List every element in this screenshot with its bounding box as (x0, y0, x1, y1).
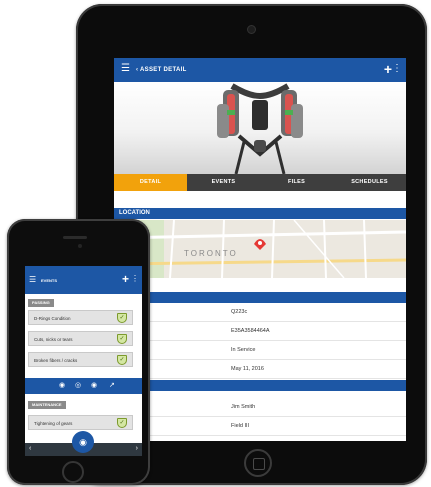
tab-detail[interactable]: DETAIL (114, 174, 187, 191)
list-item-label: Tightening of gears (34, 421, 73, 426)
action-bar: ◉ ◎ ◉ ↗ (25, 378, 142, 394)
phone-screen: ☰ EVENTS + ⋮ PASSING D-Rings Condition ✓… (25, 266, 142, 456)
phone-home-button[interactable] (62, 461, 84, 483)
info-row: May 11, 2016 (114, 360, 406, 379)
person-row-value: Jim Smith (231, 404, 256, 410)
person-row: Field III (114, 417, 406, 436)
page-title: ASSET DETAIL (140, 67, 187, 73)
plus-icon[interactable]: + (384, 62, 392, 76)
tab-bar: DETAIL EVENTS FILES SCHEDULES (114, 174, 406, 191)
tab-events[interactable]: EVENTS (187, 174, 260, 191)
info-row: In Service (114, 341, 406, 360)
info-row: E35A3584464A (114, 322, 406, 341)
person-row-value: Field III (231, 423, 250, 429)
group-label-maintenance: MAINTENANCE (28, 401, 66, 409)
phone-camera (78, 244, 82, 248)
person-section-header (114, 380, 406, 391)
shield-check-icon: ✓ (117, 313, 127, 323)
map-streets (114, 220, 406, 278)
camera-icon: ◉ (79, 437, 87, 447)
location-section-header: LOCATION (114, 208, 406, 219)
target-icon[interactable]: ◉ (59, 381, 65, 389)
camera-button[interactable]: ◉ (72, 431, 94, 453)
location-map[interactable]: TORONTO (114, 220, 406, 278)
info-row-value: In Service (231, 347, 256, 353)
back-title[interactable]: ‹ ASSET DETAIL (136, 67, 187, 73)
list-item[interactable]: Broken fibers / cracks ✓ (28, 352, 133, 367)
info-row: Q223c (114, 303, 406, 322)
share-icon[interactable]: ↗ (109, 381, 115, 389)
location-icon[interactable]: ◎ (75, 381, 81, 389)
menu-icon[interactable]: ☰ (121, 64, 130, 74)
plus-icon[interactable]: + (122, 273, 129, 285)
asset-image (114, 82, 406, 174)
list-item-label: D-Rings Condition (34, 316, 71, 321)
list-item-label: Broken fibers / cracks (34, 358, 78, 363)
menu-icon[interactable]: ☰ (29, 276, 36, 284)
phone-speaker (63, 236, 87, 239)
info-row-value: May 11, 2016 (231, 366, 264, 372)
more-vertical-icon[interactable]: ⋮ (131, 275, 139, 283)
tab-schedules[interactable]: SCHEDULES (333, 174, 406, 191)
more-vertical-icon[interactable]: ⋮ (392, 64, 402, 74)
phone-page-title: EVENTS (41, 278, 58, 283)
chevron-left-icon[interactable]: ‹ (29, 445, 31, 452)
chevron-right-icon[interactable]: › (136, 445, 138, 452)
tablet-camera (247, 25, 256, 34)
camera-icon[interactable]: ◉ (91, 381, 97, 389)
person-row: Jim Smith (114, 398, 406, 417)
phone-app-header: ☰ EVENTS + ⋮ (25, 266, 142, 294)
info-section-header: LOCATION (114, 292, 406, 303)
list-item-label: Cuts, nicks or tears (34, 337, 73, 342)
list-item[interactable]: Tightening of gears ✓ (28, 415, 133, 430)
info-row-value: Q223c (231, 309, 248, 315)
safety-harness-image (217, 83, 303, 174)
info-row-value: E35A3584464A (231, 328, 270, 334)
map-city-label: TORONTO (184, 249, 238, 258)
shield-check-icon: ✓ (117, 355, 127, 365)
tablet-app-header: ☰ ‹ ASSET DETAIL + ⋮ (114, 58, 406, 82)
tablet-screen: ☰ ‹ ASSET DETAIL + ⋮ DETAIL EVENTS FILES… (114, 58, 406, 441)
tablet-home-button[interactable] (244, 449, 272, 477)
list-item[interactable]: Cuts, nicks or tears ✓ (28, 331, 133, 346)
tab-files[interactable]: FILES (260, 174, 333, 191)
list-item[interactable]: D-Rings Condition ✓ (28, 310, 133, 325)
shield-check-icon: ✓ (117, 418, 127, 428)
group-label-passing: PASSING (28, 299, 54, 307)
shield-check-icon: ✓ (117, 334, 127, 344)
